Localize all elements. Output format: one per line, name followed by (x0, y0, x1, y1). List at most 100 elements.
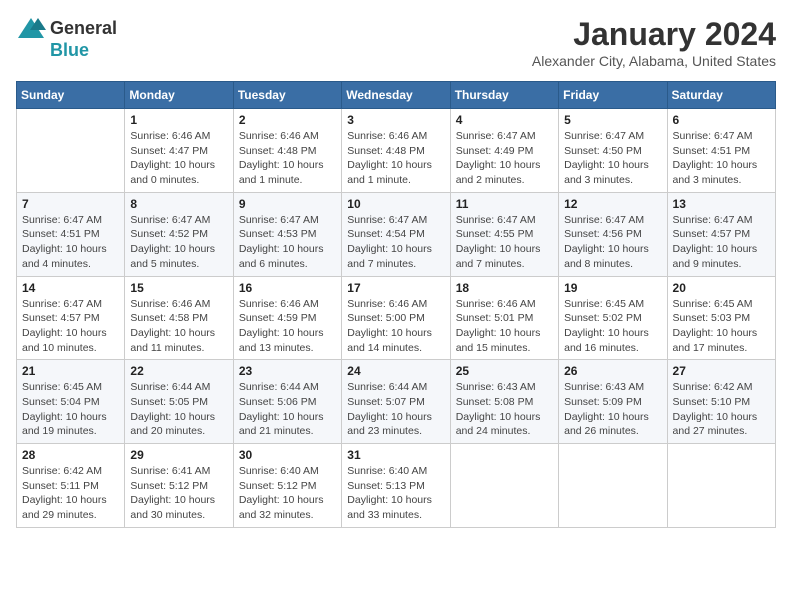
day-info: Sunrise: 6:43 AMSunset: 5:09 PMDaylight:… (564, 380, 661, 439)
calendar-cell: 17 Sunrise: 6:46 AMSunset: 5:00 PMDayligh… (342, 276, 450, 360)
day-info: Sunrise: 6:40 AMSunset: 5:13 PMDaylight:… (347, 464, 444, 523)
day-info: Sunrise: 6:47 AMSunset: 4:57 PMDaylight:… (22, 297, 119, 356)
day-info: Sunrise: 6:44 AMSunset: 5:07 PMDaylight:… (347, 380, 444, 439)
calendar-cell: 20Sunrise: 6:45 AMSunset: 5:03 PMDayligh… (667, 276, 775, 360)
calendar-cell: 28 Sunrise: 6:42 AMSunset: 5:11 PMDayligh… (17, 444, 125, 528)
day-number: 25 (456, 364, 553, 378)
day-number: 23 (239, 364, 336, 378)
day-number: 2 (239, 113, 336, 127)
calendar-cell: 29 Sunrise: 6:41 AMSunset: 5:12 PMDayligh… (125, 444, 233, 528)
calendar-cell: 23 Sunrise: 6:44 AMSunset: 5:06 PMDayligh… (233, 360, 341, 444)
calendar-week-row: 7 Sunrise: 6:47 AMSunset: 4:51 PMDaylight… (17, 192, 776, 276)
logo-blue: Blue (50, 40, 89, 61)
calendar-cell: 31 Sunrise: 6:40 AMSunset: 5:13 PMDayligh… (342, 444, 450, 528)
day-number: 19 (564, 281, 661, 295)
calendar-cell (559, 444, 667, 528)
day-info: Sunrise: 6:46 AMSunset: 5:00 PMDaylight:… (347, 297, 444, 356)
day-number: 14 (22, 281, 119, 295)
day-info: Sunrise: 6:44 AMSunset: 5:05 PMDaylight:… (130, 380, 227, 439)
month-title: January 2024 (532, 16, 776, 53)
logo: General Blue (16, 16, 117, 61)
day-info: Sunrise: 6:47 AMSunset: 4:52 PMDaylight:… (130, 213, 227, 272)
day-number: 21 (22, 364, 119, 378)
day-number: 1 (130, 113, 227, 127)
day-number: 16 (239, 281, 336, 295)
col-thursday: Thursday (450, 82, 558, 109)
calendar-cell: 27Sunrise: 6:42 AMSunset: 5:10 PMDayligh… (667, 360, 775, 444)
day-number: 29 (130, 448, 227, 462)
calendar-week-row: 28 Sunrise: 6:42 AMSunset: 5:11 PMDayligh… (17, 444, 776, 528)
col-friday: Friday (559, 82, 667, 109)
calendar-cell: 11 Sunrise: 6:47 AMSunset: 4:55 PMDayligh… (450, 192, 558, 276)
day-number: 18 (456, 281, 553, 295)
calendar-cell: 7 Sunrise: 6:47 AMSunset: 4:51 PMDaylight… (17, 192, 125, 276)
col-sunday: Sunday (17, 82, 125, 109)
logo-icon (16, 16, 46, 40)
day-number: 27 (673, 364, 770, 378)
calendar-cell: 2 Sunrise: 6:46 AMSunset: 4:48 PMDaylight… (233, 109, 341, 193)
day-number: 11 (456, 197, 553, 211)
calendar-cell: 19Sunrise: 6:45 AMSunset: 5:02 PMDayligh… (559, 276, 667, 360)
title-block: January 2024 Alexander City, Alabama, Un… (532, 16, 776, 69)
calendar-cell: 15Sunrise: 6:46 AMSunset: 4:58 PMDayligh… (125, 276, 233, 360)
day-number: 4 (456, 113, 553, 127)
day-number: 13 (673, 197, 770, 211)
calendar-week-row: 14 Sunrise: 6:47 AMSunset: 4:57 PMDayligh… (17, 276, 776, 360)
calendar-cell: 8 Sunrise: 6:47 AMSunset: 4:52 PMDaylight… (125, 192, 233, 276)
day-number: 20 (673, 281, 770, 295)
day-info: Sunrise: 6:47 AMSunset: 4:51 PMDaylight:… (673, 129, 770, 188)
day-info: Sunrise: 6:47 AMSunset: 4:49 PMDaylight:… (456, 129, 553, 188)
col-tuesday: Tuesday (233, 82, 341, 109)
day-info: Sunrise: 6:46 AMSunset: 4:48 PMDaylight:… (239, 129, 336, 188)
day-number: 7 (22, 197, 119, 211)
calendar-cell: 14 Sunrise: 6:47 AMSunset: 4:57 PMDayligh… (17, 276, 125, 360)
day-number: 3 (347, 113, 444, 127)
calendar-cell: 1Sunrise: 6:46 AMSunset: 4:47 PMDaylight… (125, 109, 233, 193)
day-info: Sunrise: 6:46 AMSunset: 4:59 PMDaylight:… (239, 297, 336, 356)
calendar-cell: 24 Sunrise: 6:44 AMSunset: 5:07 PMDayligh… (342, 360, 450, 444)
day-info: Sunrise: 6:47 AMSunset: 4:57 PMDaylight:… (673, 213, 770, 272)
col-wednesday: Wednesday (342, 82, 450, 109)
calendar-cell: 3 Sunrise: 6:46 AMSunset: 4:48 PMDaylight… (342, 109, 450, 193)
calendar-cell: 10Sunrise: 6:47 AMSunset: 4:54 PMDayligh… (342, 192, 450, 276)
day-number: 6 (673, 113, 770, 127)
calendar-cell: 9 Sunrise: 6:47 AMSunset: 4:53 PMDaylight… (233, 192, 341, 276)
day-info: Sunrise: 6:41 AMSunset: 5:12 PMDaylight:… (130, 464, 227, 523)
day-info: Sunrise: 6:46 AMSunset: 4:58 PMDaylight:… (130, 297, 227, 356)
calendar-table: Sunday Monday Tuesday Wednesday Thursday… (16, 81, 776, 528)
location: Alexander City, Alabama, United States (532, 53, 776, 69)
day-number: 5 (564, 113, 661, 127)
day-info: Sunrise: 6:45 AMSunset: 5:04 PMDaylight:… (22, 380, 119, 439)
day-info: Sunrise: 6:42 AMSunset: 5:11 PMDaylight:… (22, 464, 119, 523)
day-info: Sunrise: 6:40 AMSunset: 5:12 PMDaylight:… (239, 464, 336, 523)
day-number: 8 (130, 197, 227, 211)
calendar-cell: 13 Sunrise: 6:47 AMSunset: 4:57 PMDayligh… (667, 192, 775, 276)
col-saturday: Saturday (667, 82, 775, 109)
day-number: 12 (564, 197, 661, 211)
day-info: Sunrise: 6:46 AMSunset: 5:01 PMDaylight:… (456, 297, 553, 356)
day-info: Sunrise: 6:46 AMSunset: 4:48 PMDaylight:… (347, 129, 444, 188)
calendar-cell: 25Sunrise: 6:43 AMSunset: 5:08 PMDayligh… (450, 360, 558, 444)
calendar-cell: 5 Sunrise: 6:47 AMSunset: 4:50 PMDaylight… (559, 109, 667, 193)
calendar-cell (450, 444, 558, 528)
day-info: Sunrise: 6:47 AMSunset: 4:50 PMDaylight:… (564, 129, 661, 188)
day-number: 24 (347, 364, 444, 378)
calendar-cell: 4 Sunrise: 6:47 AMSunset: 4:49 PMDaylight… (450, 109, 558, 193)
day-number: 31 (347, 448, 444, 462)
day-info: Sunrise: 6:47 AMSunset: 4:53 PMDaylight:… (239, 213, 336, 272)
calendar-week-row: 1Sunrise: 6:46 AMSunset: 4:47 PMDaylight… (17, 109, 776, 193)
calendar-cell: 6 Sunrise: 6:47 AMSunset: 4:51 PMDaylight… (667, 109, 775, 193)
calendar-cell: 30Sunrise: 6:40 AMSunset: 5:12 PMDayligh… (233, 444, 341, 528)
day-number: 9 (239, 197, 336, 211)
day-info: Sunrise: 6:44 AMSunset: 5:06 PMDaylight:… (239, 380, 336, 439)
day-number: 28 (22, 448, 119, 462)
calendar-cell: 16 Sunrise: 6:46 AMSunset: 4:59 PMDayligh… (233, 276, 341, 360)
day-number: 22 (130, 364, 227, 378)
day-info: Sunrise: 6:47 AMSunset: 4:51 PMDaylight:… (22, 213, 119, 272)
day-info: Sunrise: 6:47 AMSunset: 4:56 PMDaylight:… (564, 213, 661, 272)
calendar-header-row: Sunday Monday Tuesday Wednesday Thursday… (17, 82, 776, 109)
calendar-cell: 21 Sunrise: 6:45 AMSunset: 5:04 PMDayligh… (17, 360, 125, 444)
day-info: Sunrise: 6:47 AMSunset: 4:55 PMDaylight:… (456, 213, 553, 272)
day-number: 17 (347, 281, 444, 295)
calendar-cell: 22 Sunrise: 6:44 AMSunset: 5:05 PMDayligh… (125, 360, 233, 444)
